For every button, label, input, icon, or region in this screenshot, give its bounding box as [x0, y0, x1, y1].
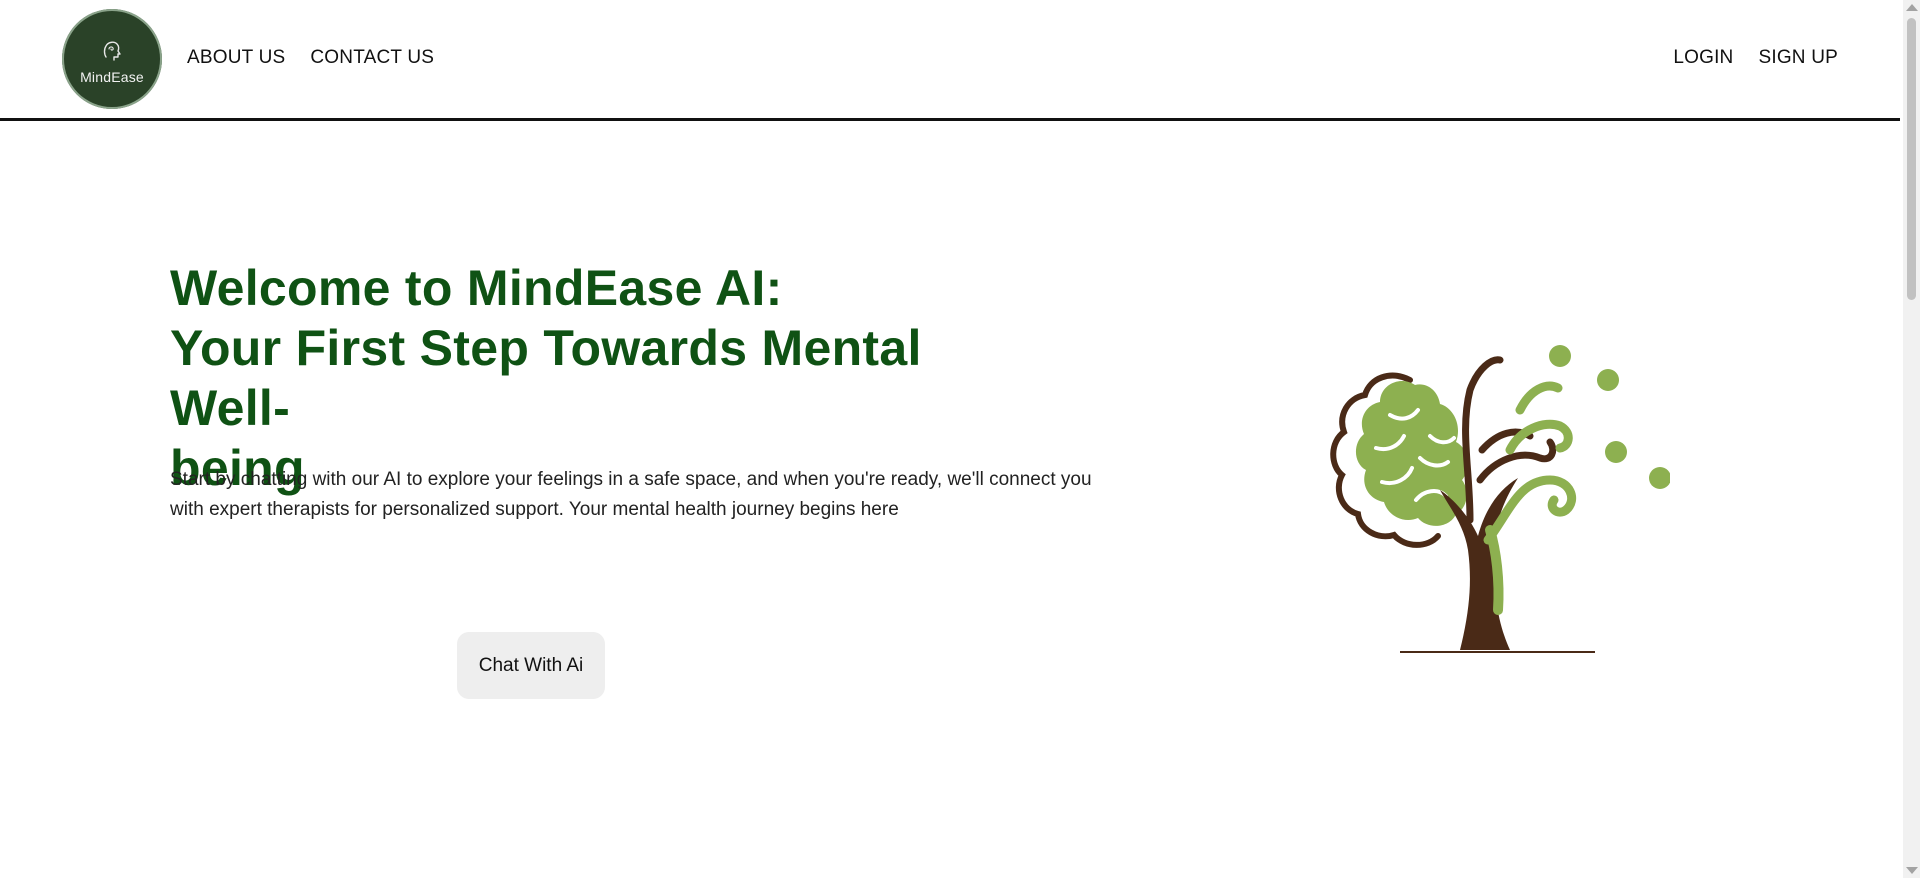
nav-about-us[interactable]: ABOUT US — [187, 46, 285, 70]
nav-left: ABOUT US CONTACT US — [187, 46, 434, 70]
signup-link[interactable]: SIGN UP — [1758, 46, 1838, 70]
logo-text: MindEase — [80, 69, 144, 85]
hero-title-line-2: Your First Step Towards Mental Well- — [170, 320, 922, 436]
scroll-up-icon[interactable] — [1906, 4, 1918, 11]
vertical-scrollbar[interactable] — [1903, 0, 1920, 878]
nav-right: LOGIN SIGN UP — [1673, 46, 1838, 70]
scroll-thumb[interactable] — [1907, 18, 1916, 300]
hero-description: Start by chatting with our AI to explore… — [170, 469, 1092, 520]
page: MindEase ABOUT US CONTACT US LOGIN SIGN … — [0, 0, 1920, 878]
logo[interactable]: MindEase — [62, 9, 162, 109]
head-icon — [103, 41, 121, 61]
login-link[interactable]: LOGIN — [1673, 46, 1733, 70]
brain-tree-icon — [1330, 345, 1670, 653]
chat-with-ai-button[interactable]: Chat With Ai — [457, 632, 605, 699]
scroll-down-icon[interactable] — [1906, 867, 1918, 874]
hero-title: Welcome to MindEase AI: Your First Step … — [170, 258, 1030, 498]
navbar: MindEase ABOUT US CONTACT US LOGIN SIGN … — [0, 0, 1900, 121]
nav-contact-us[interactable]: CONTACT US — [310, 46, 434, 70]
hero-title-line-1: Welcome to MindEase AI: — [170, 260, 783, 316]
